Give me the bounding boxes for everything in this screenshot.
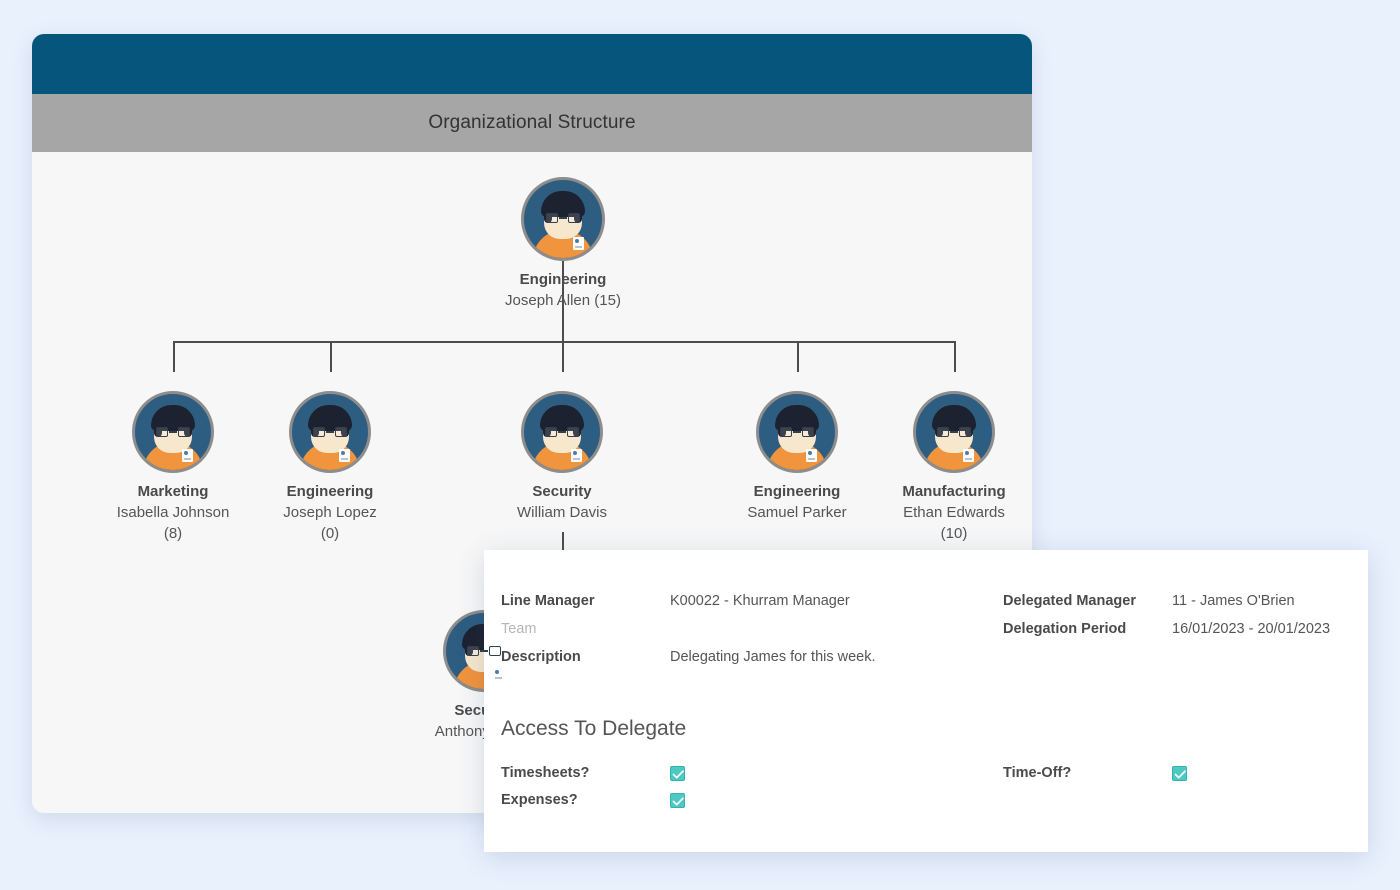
avatar [521,391,603,473]
glasses-icon [155,427,191,438]
check-icon [672,797,684,806]
connector-drop-3 [562,301,564,372]
card-header-bar [32,34,1032,94]
glasses-icon [544,427,580,438]
org-node-dept: Engineering [519,271,607,288]
org-node-security-william-davis[interactable]: Security William Davis [477,391,647,523]
screen-root: Organizational Structure Engineering Jos… [0,0,1400,890]
time-off-checkbox[interactable] [1172,766,1187,781]
avatar [132,391,214,473]
org-node-dept: Engineering [753,483,841,500]
connector-drop-4 [797,341,799,372]
field-value: 11 - James O'Brien [1172,593,1295,609]
checkbox-label: Timesheets? [501,765,590,781]
field-label: Team [501,621,537,637]
connector-drop-5 [954,341,956,372]
org-node-person: Samuel Parker [747,504,847,521]
org-node-manufacturing-ethan-edwards[interactable]: Manufacturing Ethan Edwards (10) [869,391,1032,544]
glasses-icon [779,427,815,438]
field-label: Delegated Manager [1003,593,1136,609]
id-badge-icon [573,237,584,250]
checkbox-label: Expenses? [501,792,578,808]
id-badge-icon [806,449,817,462]
glasses-icon [545,213,581,224]
connector-drop-2 [330,341,332,372]
id-badge-icon [339,449,350,462]
id-badge-icon [963,449,974,462]
org-node-person: Joseph Lopez [283,504,377,521]
avatar [521,177,605,261]
org-node-person: William Davis [517,504,607,521]
expenses-checkbox[interactable] [670,793,685,808]
glasses-icon [936,427,972,438]
connector-root-bus [173,341,955,343]
field-value: 16/01/2023 - 20/01/2023 [1172,621,1331,637]
org-node-dept: Security [532,483,592,500]
org-node-person: Ethan Edwards [903,504,1005,521]
glasses-icon [466,646,502,657]
avatar [913,391,995,473]
org-node-dept: Manufacturing [902,483,1006,500]
org-node-count: (8) [163,525,183,542]
card-subheader-bar: Organizational Structure [32,94,1032,152]
field-label: Delegation Period [1003,621,1127,637]
id-badge-icon [571,449,582,462]
org-node-engineering-samuel-parker[interactable]: Engineering Samuel Parker [712,391,882,523]
org-node-dept: Marketing [137,483,209,500]
org-node-person: Joseph Allen (15) [505,292,621,309]
avatar [289,391,371,473]
check-icon [1174,770,1186,779]
section-title-access-to-delegate: Access To Delegate [501,717,687,740]
field-value: Delegating James for this week. [670,649,876,665]
org-node-dept: Engineering [286,483,374,500]
org-node-count: (0) [320,525,340,542]
org-node-root[interactable]: Engineering Joseph Allen (15) [478,177,648,311]
glasses-icon [312,427,348,438]
field-label: Line Manager [501,593,595,609]
org-node-person: Isabella Johnson [116,504,230,521]
check-icon [672,770,684,779]
field-value: K00022 - Khurram Manager [670,593,850,609]
id-badge-icon [182,449,193,462]
org-node-engineering-joseph-lopez[interactable]: Engineering Joseph Lopez (0) [245,391,415,544]
timesheets-checkbox[interactable] [670,766,685,781]
field-label: Description [501,649,581,665]
id-badge-icon [493,668,504,681]
checkbox-label: Time-Off? [1003,765,1072,781]
page-title: Organizational Structure [428,112,636,133]
org-node-marketing-isabella-johnson[interactable]: Marketing Isabella Johnson (8) [88,391,258,544]
connector-drop-1 [173,341,175,372]
org-node-count: (10) [940,525,968,542]
delegation-detail-panel: Line Manager K00022 - Khurram Manager Te… [484,550,1368,852]
avatar [756,391,838,473]
